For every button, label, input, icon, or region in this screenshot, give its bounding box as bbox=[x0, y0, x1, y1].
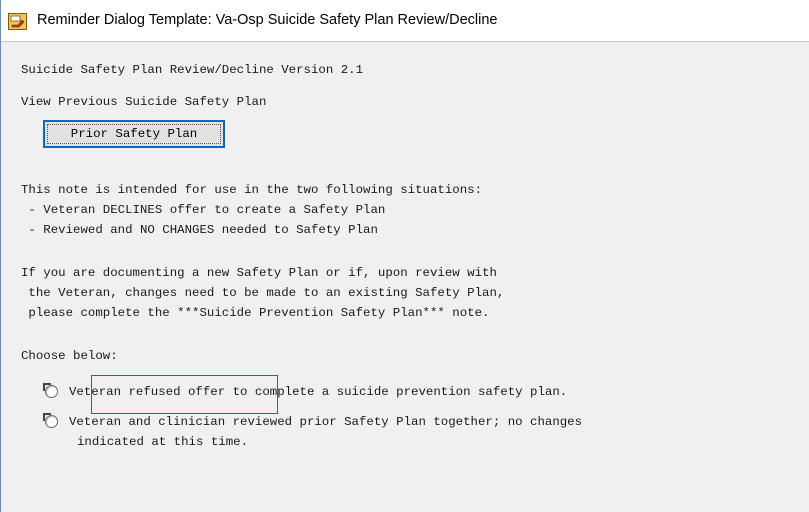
instruction-line: the Veteran, changes need to be made to … bbox=[21, 286, 505, 300]
reminder-dialog-window: Reminder Dialog Template: Va-Osp Suicide… bbox=[0, 0, 809, 512]
option-refused-radio[interactable] bbox=[43, 383, 58, 398]
choose-below-label: Choose below: bbox=[21, 349, 118, 363]
view-previous-label: View Previous Suicide Safety Plan bbox=[21, 95, 267, 109]
situation-item: - Veteran DECLINES offer to create a Saf… bbox=[21, 203, 386, 217]
red-annotation-box bbox=[91, 375, 278, 414]
option-reviewed-label-continued[interactable]: indicated at this time. bbox=[77, 434, 248, 450]
option-reviewed-label[interactable]: Veteran and clinician reviewed prior Saf… bbox=[69, 414, 582, 430]
option-reviewed-radio[interactable] bbox=[43, 413, 58, 428]
prior-safety-plan-button[interactable]: Prior Safety Plan bbox=[43, 120, 225, 148]
instruction-line: please complete the ***Suicide Preventio… bbox=[21, 306, 490, 320]
intro-text: This note is intended for use in the two… bbox=[21, 183, 483, 197]
reminder-dialog-icon bbox=[8, 13, 27, 30]
prior-safety-plan-button-label: Prior Safety Plan bbox=[47, 124, 221, 144]
situation-item: - Reviewed and NO CHANGES needed to Safe… bbox=[21, 223, 378, 237]
instruction-line: If you are documenting a new Safety Plan… bbox=[21, 266, 497, 280]
dialog-content: Suicide Safety Plan Review/Decline Versi… bbox=[1, 42, 809, 512]
title-bar: Reminder Dialog Template: Va-Osp Suicide… bbox=[1, 0, 809, 42]
template-heading: Suicide Safety Plan Review/Decline Versi… bbox=[21, 63, 364, 77]
window-title: Reminder Dialog Template: Va-Osp Suicide… bbox=[37, 12, 498, 28]
